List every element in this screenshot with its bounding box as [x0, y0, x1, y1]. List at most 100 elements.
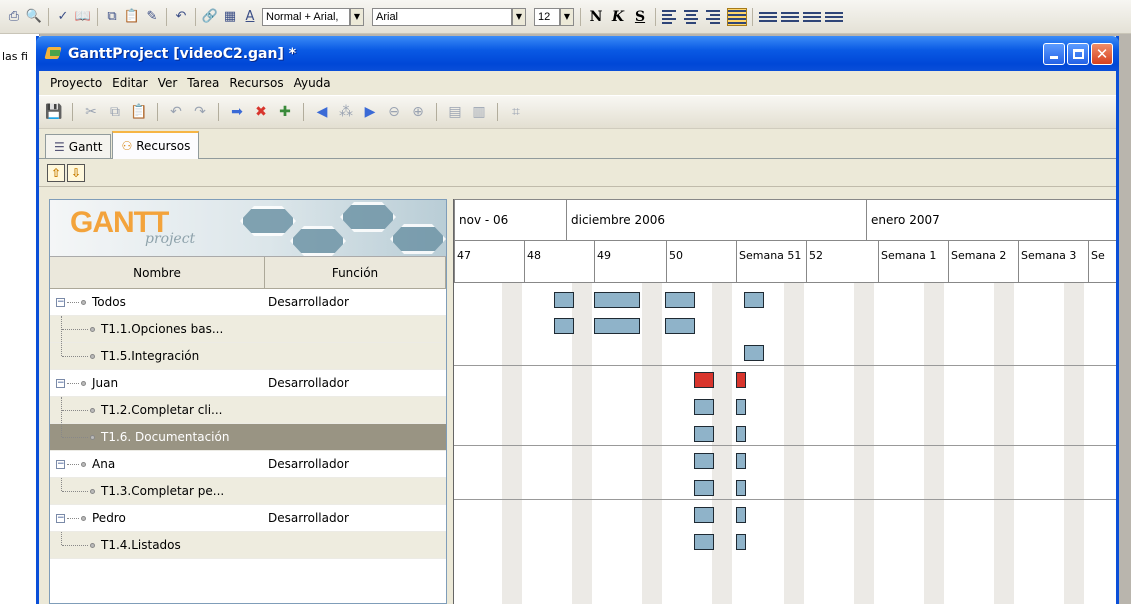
collapse-icon[interactable]: −: [56, 513, 65, 523]
insert-resource-icon[interactable]: ➡: [228, 103, 246, 121]
delete-icon[interactable]: ✖: [252, 103, 270, 121]
maximize-button[interactable]: [1067, 42, 1089, 65]
justify-button[interactable]: [727, 7, 747, 26]
overload-bar[interactable]: [736, 372, 746, 388]
center-icon[interactable]: ⁂: [337, 103, 355, 121]
load-bar[interactable]: [554, 292, 574, 308]
decrease-indent-button[interactable]: [803, 9, 821, 25]
load-bar[interactable]: [594, 318, 640, 334]
menu-ver[interactable]: Ver: [153, 74, 183, 92]
collapse-icon[interactable]: −: [56, 378, 65, 388]
style-dropdown-button[interactable]: ▼: [350, 7, 364, 26]
collapse-icon[interactable]: −: [56, 459, 65, 469]
load-bar[interactable]: [694, 480, 714, 496]
underline-button[interactable]: S: [631, 9, 649, 25]
properties-icon[interactable]: ✚: [276, 103, 294, 121]
assignment-row[interactable]: T1.1.Opciones bas...: [50, 316, 446, 343]
tab-recursos[interactable]: ⚇ Recursos: [112, 131, 200, 159]
zoom-out-icon[interactable]: ⊖: [385, 103, 403, 121]
menu-ayuda[interactable]: Ayuda: [289, 74, 336, 92]
load-bar[interactable]: [665, 292, 695, 308]
assignment-row[interactable]: T1.3.Completar pe...: [50, 478, 446, 505]
font-dropdown-button[interactable]: ▼: [512, 7, 526, 26]
menu-recursos[interactable]: Recursos: [224, 74, 288, 92]
styles-icon[interactable]: A: [242, 9, 258, 25]
undo-icon[interactable]: ↶: [167, 103, 185, 121]
load-bar[interactable]: [665, 318, 695, 334]
menu-proyecto[interactable]: Proyecto: [45, 74, 107, 92]
load-bar[interactable]: [694, 534, 714, 550]
resource-load-chart[interactable]: nov - 06 diciembre 2006 enero 2007 47 48 49 5…: [453, 199, 1116, 604]
print-preview-icon[interactable]: 🔍: [26, 9, 42, 25]
load-bar[interactable]: [736, 453, 746, 469]
paste-chart-icon[interactable]: ▥: [470, 103, 488, 121]
load-bar[interactable]: [694, 426, 714, 442]
font-size-dropdown-button[interactable]: ▼: [560, 7, 574, 26]
align-center-button[interactable]: [684, 9, 702, 25]
column-header-funcion[interactable]: Función: [265, 257, 446, 288]
bold-button[interactable]: N: [587, 9, 605, 25]
resource-row[interactable]: − Ana Desarrollador: [50, 451, 446, 478]
copy-icon[interactable]: ⧉: [106, 103, 124, 121]
bullets-button[interactable]: [781, 9, 799, 25]
minimize-button[interactable]: [1043, 42, 1065, 65]
resource-row[interactable]: − Todos Desarrollador: [50, 289, 446, 316]
assignment-row[interactable]: T1.4.Listados: [50, 532, 446, 559]
resource-row[interactable]: − Juan Desarrollador: [50, 370, 446, 397]
research-icon[interactable]: 📖: [75, 9, 91, 25]
column-header-nombre[interactable]: Nombre: [50, 257, 265, 288]
print-icon[interactable]: ⎙: [6, 9, 22, 25]
load-bar[interactable]: [736, 480, 746, 496]
undo-icon[interactable]: ↶: [173, 9, 189, 25]
increase-indent-button[interactable]: [825, 9, 843, 25]
redo-icon[interactable]: ↷: [191, 103, 209, 121]
load-bar[interactable]: [694, 507, 714, 523]
table-icon[interactable]: ▦: [222, 9, 238, 25]
align-right-button[interactable]: [706, 9, 724, 25]
spelling-icon[interactable]: ✓: [55, 9, 71, 25]
scroll-right-icon[interactable]: ▶: [361, 103, 379, 121]
font-combo[interactable]: Arial: [372, 7, 512, 26]
toolbar-separator: [72, 103, 73, 121]
tab-gantt[interactable]: ☰ Gantt: [45, 134, 112, 158]
load-bar[interactable]: [744, 292, 764, 308]
close-button[interactable]: ✕: [1091, 42, 1113, 65]
load-bar[interactable]: [694, 453, 714, 469]
format-painter-icon[interactable]: ✎: [144, 9, 160, 25]
load-bar[interactable]: [736, 507, 746, 523]
menu-tarea[interactable]: Tarea: [182, 74, 224, 92]
paste-icon[interactable]: 📋: [130, 103, 148, 121]
load-bar[interactable]: [736, 534, 746, 550]
assignment-row[interactable]: T1.5.Integración: [50, 343, 446, 370]
italic-button[interactable]: K: [609, 9, 627, 25]
align-left-button[interactable]: [662, 9, 680, 25]
move-up-button[interactable]: ⇧: [47, 163, 65, 182]
window-titlebar[interactable]: GanttProject [videoC2.gan] * ✕: [36, 36, 1119, 71]
baseline-icon[interactable]: ⌗: [507, 103, 525, 121]
menu-editar[interactable]: Editar: [107, 74, 153, 92]
copy-icon[interactable]: ⧉: [104, 9, 120, 25]
load-bar[interactable]: [744, 345, 764, 361]
paste-icon[interactable]: 📋: [124, 9, 140, 25]
zoom-in-icon[interactable]: ⊕: [409, 103, 427, 121]
load-bar[interactable]: [594, 292, 640, 308]
scroll-left-icon[interactable]: ◀: [313, 103, 331, 121]
resource-bullet-icon: [81, 380, 86, 386]
assignment-row[interactable]: T1.6. Documentación: [50, 424, 446, 451]
font-size-combo[interactable]: 12: [534, 7, 560, 26]
resource-row[interactable]: − Pedro Desarrollador: [50, 505, 446, 532]
cut-icon[interactable]: ✂: [82, 103, 100, 121]
assignment-row[interactable]: T1.2.Completar cli...: [50, 397, 446, 424]
load-bar[interactable]: [694, 399, 714, 415]
move-down-button[interactable]: ⇩: [67, 163, 85, 182]
copy-chart-icon[interactable]: ▤: [446, 103, 464, 121]
save-icon[interactable]: 💾: [45, 103, 63, 121]
load-bar[interactable]: [736, 399, 746, 415]
numbering-button[interactable]: [759, 9, 777, 25]
load-bar[interactable]: [554, 318, 574, 334]
load-bar[interactable]: [736, 426, 746, 442]
hyperlink-icon[interactable]: 🔗: [202, 9, 218, 25]
style-combo[interactable]: Normal + Arial,: [262, 7, 350, 26]
collapse-icon[interactable]: −: [56, 297, 65, 307]
overload-bar[interactable]: [694, 372, 714, 388]
